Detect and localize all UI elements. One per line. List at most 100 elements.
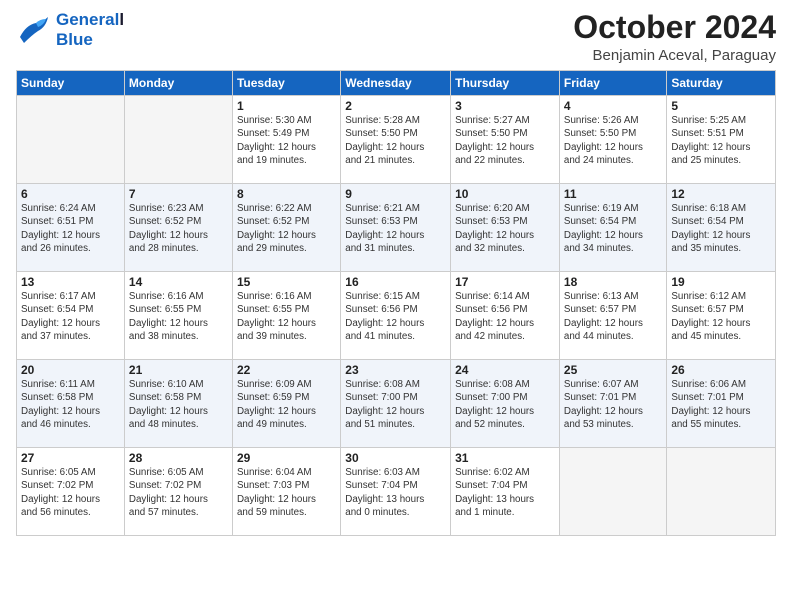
calendar-cell: 17Sunrise: 6:14 AM Sunset: 6:56 PM Dayli… [451,272,560,360]
day-number: 8 [237,187,336,201]
day-detail: Sunrise: 6:05 AM Sunset: 7:02 PM Dayligh… [21,466,120,519]
calendar-cell: 11Sunrise: 6:19 AM Sunset: 6:54 PM Dayli… [559,184,666,272]
calendar-cell: 10Sunrise: 6:20 AM Sunset: 6:53 PM Dayli… [451,184,560,272]
calendar-cell: 5Sunrise: 5:25 AM Sunset: 5:51 PM Daylig… [667,96,776,184]
day-number: 21 [129,363,228,377]
calendar-cell: 26Sunrise: 6:06 AM Sunset: 7:01 PM Dayli… [667,360,776,448]
day-number: 11 [564,187,662,201]
calendar-cell: 8Sunrise: 6:22 AM Sunset: 6:52 PM Daylig… [232,184,340,272]
weekday-header: Thursday [451,71,560,96]
day-detail: Sunrise: 5:27 AM Sunset: 5:50 PM Dayligh… [455,114,555,167]
day-detail: Sunrise: 6:11 AM Sunset: 6:58 PM Dayligh… [21,378,120,431]
day-detail: Sunrise: 6:05 AM Sunset: 7:02 PM Dayligh… [129,466,228,519]
day-detail: Sunrise: 6:18 AM Sunset: 6:54 PM Dayligh… [671,202,771,255]
day-detail: Sunrise: 6:22 AM Sunset: 6:52 PM Dayligh… [237,202,336,255]
day-detail: Sunrise: 6:04 AM Sunset: 7:03 PM Dayligh… [237,466,336,519]
day-number: 17 [455,275,555,289]
day-number: 10 [455,187,555,201]
calendar-cell: 24Sunrise: 6:08 AM Sunset: 7:00 PM Dayli… [451,360,560,448]
day-number: 12 [671,187,771,201]
calendar-cell: 12Sunrise: 6:18 AM Sunset: 6:54 PM Dayli… [667,184,776,272]
calendar-cell: 21Sunrise: 6:10 AM Sunset: 6:58 PM Dayli… [124,360,232,448]
day-number: 1 [237,99,336,113]
calendar-cell: 29Sunrise: 6:04 AM Sunset: 7:03 PM Dayli… [232,448,340,536]
day-detail: Sunrise: 5:30 AM Sunset: 5:49 PM Dayligh… [237,114,336,167]
day-detail: Sunrise: 6:03 AM Sunset: 7:04 PM Dayligh… [345,466,446,519]
weekday-header: Wednesday [341,71,451,96]
weekday-header: Saturday [667,71,776,96]
day-detail: Sunrise: 5:26 AM Sunset: 5:50 PM Dayligh… [564,114,662,167]
day-number: 14 [129,275,228,289]
calendar-cell: 31Sunrise: 6:02 AM Sunset: 7:04 PM Dayli… [451,448,560,536]
calendar-cell: 14Sunrise: 6:16 AM Sunset: 6:55 PM Dayli… [124,272,232,360]
day-number: 16 [345,275,446,289]
weekday-header: Tuesday [232,71,340,96]
day-number: 2 [345,99,446,113]
calendar-cell: 22Sunrise: 6:09 AM Sunset: 6:59 PM Dayli… [232,360,340,448]
day-detail: Sunrise: 6:21 AM Sunset: 6:53 PM Dayligh… [345,202,446,255]
day-detail: Sunrise: 6:17 AM Sunset: 6:54 PM Dayligh… [21,290,120,343]
day-detail: Sunrise: 6:02 AM Sunset: 7:04 PM Dayligh… [455,466,555,519]
day-number: 30 [345,451,446,465]
weekday-header: Sunday [17,71,125,96]
day-detail: Sunrise: 6:15 AM Sunset: 6:56 PM Dayligh… [345,290,446,343]
calendar-cell: 4Sunrise: 5:26 AM Sunset: 5:50 PM Daylig… [559,96,666,184]
day-number: 23 [345,363,446,377]
day-detail: Sunrise: 6:24 AM Sunset: 6:51 PM Dayligh… [21,202,120,255]
day-number: 24 [455,363,555,377]
day-detail: Sunrise: 6:12 AM Sunset: 6:57 PM Dayligh… [671,290,771,343]
calendar-cell: 23Sunrise: 6:08 AM Sunset: 7:00 PM Dayli… [341,360,451,448]
day-detail: Sunrise: 6:13 AM Sunset: 6:57 PM Dayligh… [564,290,662,343]
day-number: 7 [129,187,228,201]
calendar-week-row: 27Sunrise: 6:05 AM Sunset: 7:02 PM Dayli… [17,448,776,536]
month-title: October 2024 [573,10,776,45]
calendar-cell: 7Sunrise: 6:23 AM Sunset: 6:52 PM Daylig… [124,184,232,272]
day-number: 9 [345,187,446,201]
day-number: 19 [671,275,771,289]
day-detail: Sunrise: 5:25 AM Sunset: 5:51 PM Dayligh… [671,114,771,167]
calendar-week-row: 1Sunrise: 5:30 AM Sunset: 5:49 PM Daylig… [17,96,776,184]
title-block: October 2024 Benjamin Aceval, Paraguay [573,10,776,64]
logo: Generall Blue [16,10,124,49]
day-detail: Sunrise: 6:08 AM Sunset: 7:00 PM Dayligh… [345,378,446,431]
day-detail: Sunrise: 6:07 AM Sunset: 7:01 PM Dayligh… [564,378,662,431]
page-container: Generall Blue October 2024 Benjamin Acev… [0,0,792,544]
calendar-cell [17,96,125,184]
calendar-cell: 19Sunrise: 6:12 AM Sunset: 6:57 PM Dayli… [667,272,776,360]
day-detail: Sunrise: 6:06 AM Sunset: 7:01 PM Dayligh… [671,378,771,431]
calendar-cell: 3Sunrise: 5:27 AM Sunset: 5:50 PM Daylig… [451,96,560,184]
day-number: 18 [564,275,662,289]
day-number: 29 [237,451,336,465]
day-number: 28 [129,451,228,465]
day-number: 20 [21,363,120,377]
day-number: 6 [21,187,120,201]
day-number: 26 [671,363,771,377]
day-number: 4 [564,99,662,113]
calendar-body: 1Sunrise: 5:30 AM Sunset: 5:49 PM Daylig… [17,96,776,536]
calendar-week-row: 20Sunrise: 6:11 AM Sunset: 6:58 PM Dayli… [17,360,776,448]
day-number: 5 [671,99,771,113]
calendar-cell: 27Sunrise: 6:05 AM Sunset: 7:02 PM Dayli… [17,448,125,536]
day-number: 15 [237,275,336,289]
calendar-cell: 9Sunrise: 6:21 AM Sunset: 6:53 PM Daylig… [341,184,451,272]
calendar-cell: 28Sunrise: 6:05 AM Sunset: 7:02 PM Dayli… [124,448,232,536]
day-detail: Sunrise: 6:09 AM Sunset: 6:59 PM Dayligh… [237,378,336,431]
weekday-header: Monday [124,71,232,96]
day-detail: Sunrise: 6:10 AM Sunset: 6:58 PM Dayligh… [129,378,228,431]
calendar-week-row: 13Sunrise: 6:17 AM Sunset: 6:54 PM Dayli… [17,272,776,360]
calendar-cell: 15Sunrise: 6:16 AM Sunset: 6:55 PM Dayli… [232,272,340,360]
calendar-week-row: 6Sunrise: 6:24 AM Sunset: 6:51 PM Daylig… [17,184,776,272]
calendar-table: SundayMondayTuesdayWednesdayThursdayFrid… [16,70,776,536]
logo-icon [16,15,52,45]
calendar-cell: 20Sunrise: 6:11 AM Sunset: 6:58 PM Dayli… [17,360,125,448]
day-detail: Sunrise: 6:16 AM Sunset: 6:55 PM Dayligh… [129,290,228,343]
day-detail: Sunrise: 6:20 AM Sunset: 6:53 PM Dayligh… [455,202,555,255]
calendar-cell: 25Sunrise: 6:07 AM Sunset: 7:01 PM Dayli… [559,360,666,448]
day-detail: Sunrise: 6:16 AM Sunset: 6:55 PM Dayligh… [237,290,336,343]
day-number: 27 [21,451,120,465]
day-detail: Sunrise: 6:08 AM Sunset: 7:00 PM Dayligh… [455,378,555,431]
day-detail: Sunrise: 6:23 AM Sunset: 6:52 PM Dayligh… [129,202,228,255]
weekday-header: Friday [559,71,666,96]
day-number: 13 [21,275,120,289]
calendar-header: SundayMondayTuesdayWednesdayThursdayFrid… [17,71,776,96]
